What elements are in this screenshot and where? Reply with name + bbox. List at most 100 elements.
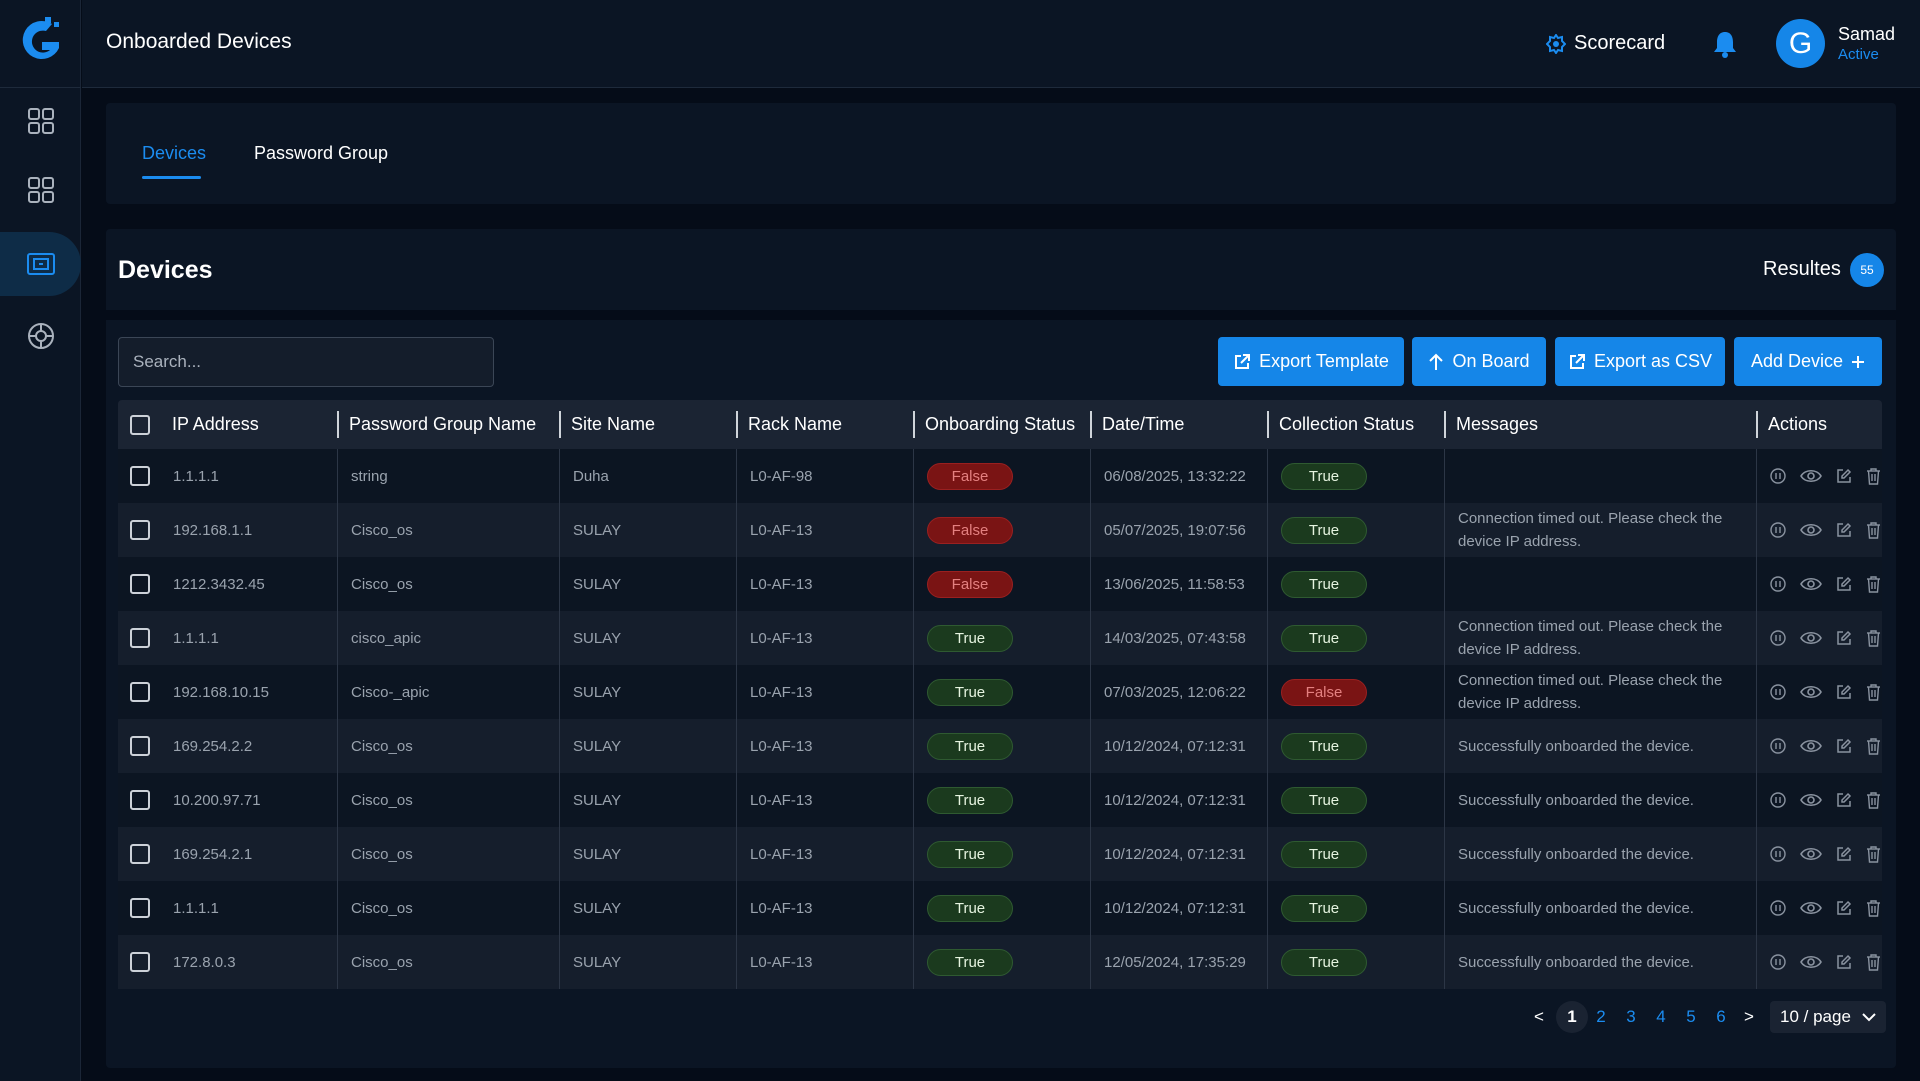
table-row[interactable]: 1.1.1.1 Cisco_os SULAY L0-AF-13 True 10/12/20…	[118, 881, 1882, 935]
page-4[interactable]: 4	[1650, 1001, 1672, 1033]
trash-icon[interactable]	[1866, 845, 1881, 863]
select-all-checkbox[interactable]	[130, 414, 150, 435]
cell-group: cisco_apic	[337, 611, 559, 665]
trash-icon[interactable]	[1866, 467, 1881, 485]
table-row[interactable]: 169.254.2.2 Cisco_os SULAY L0-AF-13 True 10/1…	[118, 719, 1882, 773]
trash-icon[interactable]	[1866, 737, 1881, 755]
pause-icon[interactable]	[1770, 684, 1786, 700]
group-text: Cisco_os	[351, 953, 413, 971]
page-3[interactable]: 3	[1620, 1001, 1642, 1033]
edit-icon[interactable]	[1836, 522, 1852, 538]
eye-icon[interactable]	[1800, 900, 1822, 916]
row-checkbox[interactable]	[130, 844, 150, 864]
col-onboarding-status[interactable]: Onboarding Status	[913, 400, 1090, 449]
table-row[interactable]: 1.1.1.1 cisco_apic SULAY L0-AF-13 True 14/03/…	[118, 611, 1882, 665]
bell-icon	[1714, 32, 1736, 58]
edit-icon[interactable]	[1836, 954, 1852, 970]
cell-rack: L0-AF-13	[736, 773, 913, 827]
eye-icon[interactable]	[1800, 954, 1822, 970]
edit-icon[interactable]	[1836, 900, 1852, 916]
scorecard-link[interactable]: Scorecard	[1546, 32, 1665, 55]
pause-icon[interactable]	[1770, 630, 1786, 646]
pause-icon[interactable]	[1770, 522, 1786, 538]
trash-icon[interactable]	[1866, 899, 1881, 917]
col-messages[interactable]: Messages	[1444, 400, 1756, 449]
export-template-button[interactable]: Export Template	[1218, 337, 1404, 386]
col-separator	[1444, 411, 1446, 438]
row-checkbox[interactable]	[130, 952, 150, 972]
trash-icon[interactable]	[1866, 521, 1881, 539]
sidebar-item-settings[interactable]	[0, 304, 81, 368]
page-1[interactable]: 1	[1556, 1001, 1588, 1033]
edit-icon[interactable]	[1836, 684, 1852, 700]
col-rack-name[interactable]: Rack Name	[736, 400, 913, 449]
table-row[interactable]: 169.254.2.1 Cisco_os SULAY L0-AF-13 True 10/1…	[118, 827, 1882, 881]
edit-icon[interactable]	[1836, 468, 1852, 484]
notifications-button[interactable]	[1712, 30, 1738, 63]
trash-icon[interactable]	[1866, 575, 1881, 593]
table-row[interactable]: 1212.3432.45 Cisco_os SULAY L0-AF-13 False 13…	[118, 557, 1882, 611]
logo[interactable]	[18, 14, 64, 72]
table-row[interactable]: 192.168.10.15 Cisco-_apic SULAY L0-AF-13 Tru…	[118, 665, 1882, 719]
tab-password-group[interactable]: Password Group	[254, 143, 388, 164]
row-checkbox[interactable]	[130, 736, 150, 756]
pause-icon[interactable]	[1770, 954, 1786, 970]
table-row[interactable]: 172.8.0.3 Cisco_os SULAY L0-AF-13 True 12/05/…	[118, 935, 1882, 989]
row-checkbox[interactable]	[130, 790, 150, 810]
edit-icon[interactable]	[1836, 846, 1852, 862]
page-2[interactable]: 2	[1590, 1001, 1612, 1033]
eye-icon[interactable]	[1800, 576, 1822, 592]
next-page-button[interactable]: >	[1738, 1001, 1760, 1033]
eye-icon[interactable]	[1800, 630, 1822, 646]
pause-icon[interactable]	[1770, 792, 1786, 808]
search-input[interactable]	[118, 337, 494, 387]
avatar[interactable]: G	[1776, 19, 1825, 68]
row-checkbox[interactable]	[130, 466, 150, 486]
pause-icon[interactable]	[1770, 468, 1786, 484]
trash-icon[interactable]	[1866, 791, 1881, 809]
cell-rack: L0-AF-13	[736, 827, 913, 881]
pause-icon[interactable]	[1770, 846, 1786, 862]
page-size-select[interactable]: 10 / page	[1770, 1001, 1886, 1033]
edit-icon[interactable]	[1836, 738, 1852, 754]
edit-icon[interactable]	[1836, 792, 1852, 808]
eye-icon[interactable]	[1800, 684, 1822, 700]
row-checkbox[interactable]	[130, 574, 150, 594]
export-csv-button[interactable]: Export as CSV	[1555, 337, 1725, 386]
table-row[interactable]: 1.1.1.1 string Duha L0-AF-98 False 06/08/2025…	[118, 449, 1882, 503]
trash-icon[interactable]	[1866, 629, 1881, 647]
edit-icon[interactable]	[1836, 576, 1852, 592]
table-row[interactable]: 192.168.1.1 Cisco_os SULAY L0-AF-13 False 05/…	[118, 503, 1882, 557]
trash-icon[interactable]	[1866, 953, 1881, 971]
col-collection-status[interactable]: Collection Status	[1267, 400, 1444, 449]
table-row[interactable]: 10.200.97.71 Cisco_os SULAY L0-AF-13 True 10/…	[118, 773, 1882, 827]
trash-icon[interactable]	[1866, 683, 1881, 701]
eye-icon[interactable]	[1800, 792, 1822, 808]
sidebar-item-onboarded-devices[interactable]	[0, 232, 81, 296]
edit-icon[interactable]	[1836, 630, 1852, 646]
pause-icon[interactable]	[1770, 576, 1786, 592]
add-device-button[interactable]: Add Device	[1734, 337, 1882, 386]
sidebar-item-dashboard[interactable]	[0, 89, 81, 153]
row-checkbox[interactable]	[130, 898, 150, 918]
onboard-button[interactable]: On Board	[1412, 337, 1546, 386]
col-password-group[interactable]: Password Group Name	[337, 400, 559, 449]
row-checkbox[interactable]	[130, 628, 150, 648]
eye-icon[interactable]	[1800, 468, 1822, 484]
pause-icon[interactable]	[1770, 738, 1786, 754]
prev-page-button[interactable]: <	[1528, 1001, 1550, 1033]
logo-icon	[22, 17, 60, 60]
row-checkbox[interactable]	[130, 682, 150, 702]
tab-devices[interactable]: Devices	[142, 143, 206, 164]
row-checkbox[interactable]	[130, 520, 150, 540]
page-5[interactable]: 5	[1680, 1001, 1702, 1033]
col-ip-address[interactable]: IP Address	[160, 400, 337, 449]
pause-icon[interactable]	[1770, 900, 1786, 916]
col-date-time[interactable]: Date/Time	[1090, 400, 1267, 449]
page-6[interactable]: 6	[1710, 1001, 1732, 1033]
eye-icon[interactable]	[1800, 522, 1822, 538]
sidebar-item-modules[interactable]	[0, 158, 81, 222]
eye-icon[interactable]	[1800, 738, 1822, 754]
col-site-name[interactable]: Site Name	[559, 400, 736, 449]
eye-icon[interactable]	[1800, 846, 1822, 862]
